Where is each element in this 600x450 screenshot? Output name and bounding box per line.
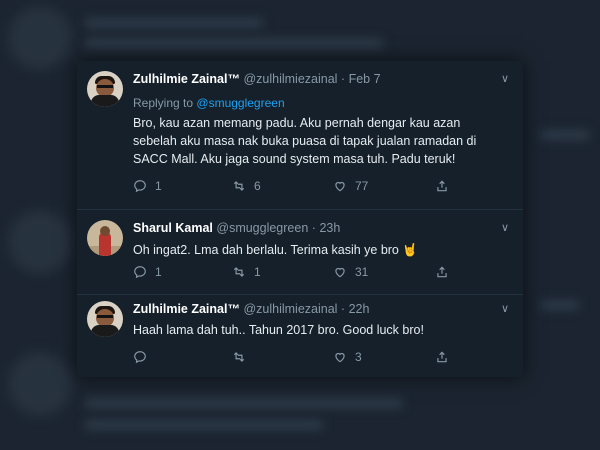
bg-line — [540, 300, 580, 310]
tweet-actions: 1 1 31 — [133, 265, 463, 283]
retweet-icon — [233, 352, 245, 362]
like-count: 77 — [355, 179, 369, 193]
reply-button[interactable] — [133, 350, 155, 364]
chevron-down-icon[interactable]: ∨ — [501, 221, 509, 234]
reply-count: 1 — [155, 265, 162, 279]
tweet-actions: 1 6 77 — [133, 179, 463, 197]
bg-line — [540, 130, 590, 140]
share-button[interactable] — [435, 179, 449, 193]
like-icon — [335, 267, 345, 278]
separator-dot: · — [340, 72, 346, 86]
retweet-count: 6 — [254, 179, 261, 193]
reply-icon — [134, 266, 146, 279]
retweet-icon — [233, 267, 245, 277]
reply-icon — [134, 180, 146, 193]
replying-to: Replying to @smugglegreen — [133, 96, 285, 110]
like-icon — [335, 181, 345, 192]
tweet-text: Bro, kau azan memang padu. Aku pernah de… — [133, 116, 477, 166]
tweet-text: Oh ingat2. Lma dah berlalu. Terima kasih… — [133, 243, 418, 257]
user-handle: @smugglegreen — [216, 221, 309, 235]
bg-line — [84, 38, 384, 48]
avatar[interactable] — [87, 301, 123, 337]
user-handle: @zulhilmiezainal — [243, 302, 338, 316]
share-button[interactable] — [435, 350, 449, 364]
tweet[interactable]: Sharul Kamal @smugglegreen · 23h ∨ Oh in… — [77, 210, 523, 295]
display-name[interactable]: Sharul Kamal — [133, 221, 213, 235]
retweet-button[interactable]: 6 — [232, 179, 261, 193]
reply-button[interactable]: 1 — [133, 179, 162, 193]
like-button[interactable]: 77 — [333, 179, 368, 193]
reply-button[interactable]: 1 — [133, 265, 162, 279]
share-icon — [437, 351, 447, 363]
bg-avatar — [8, 6, 72, 70]
tweet-header: Zulhilmie Zainal™ @zulhilmiezainal · Feb… — [133, 72, 381, 86]
like-count: 3 — [355, 350, 362, 364]
timestamp[interactable]: 22h — [349, 302, 370, 316]
share-icon — [437, 266, 447, 278]
timestamp[interactable]: Feb 7 — [349, 72, 381, 86]
retweet-button[interactable] — [232, 350, 254, 364]
reply-count: 1 — [155, 179, 162, 193]
bg-line — [84, 420, 324, 430]
display-name[interactable]: Zulhilmie Zainal™ — [133, 72, 240, 86]
user-handle: @zulhilmiezainal — [243, 72, 338, 86]
timestamp[interactable]: 23h — [319, 221, 340, 235]
like-button[interactable]: 31 — [333, 265, 368, 279]
like-count: 31 — [355, 265, 369, 279]
chevron-down-icon[interactable]: ∨ — [501, 302, 509, 315]
like-button[interactable]: 3 — [333, 350, 362, 364]
tweet-thread-card: Zulhilmie Zainal™ @zulhilmiezainal · Feb… — [77, 61, 523, 377]
reply-mention-link[interactable]: @smugglegreen — [196, 96, 284, 110]
bg-avatar — [8, 210, 72, 274]
bg-line — [84, 398, 404, 408]
like-icon — [335, 352, 345, 363]
tweet-header: Zulhilmie Zainal™ @zulhilmiezainal · 22h — [133, 302, 369, 316]
bg-line — [84, 18, 264, 28]
chevron-down-icon[interactable]: ∨ — [501, 72, 509, 85]
bg-avatar — [8, 352, 72, 416]
separator-dot: · — [340, 302, 346, 316]
retweet-button[interactable]: 1 — [232, 265, 261, 279]
share-icon — [437, 180, 447, 192]
retweet-count: 1 — [254, 265, 261, 279]
tweet[interactable]: Zulhilmie Zainal™ @zulhilmiezainal · 22h… — [77, 295, 523, 377]
share-button[interactable] — [435, 265, 449, 279]
tweet-actions: 3 — [133, 350, 463, 368]
reply-prefix: Replying to — [133, 96, 194, 110]
display-name[interactable]: Zulhilmie Zainal™ — [133, 302, 240, 316]
separator-dot: · — [311, 221, 316, 235]
avatar[interactable] — [87, 71, 123, 107]
tweet-text: Haah lama dah tuh.. Tahun 2017 bro. Good… — [133, 323, 424, 337]
avatar[interactable] — [87, 220, 123, 256]
tweet-header: Sharul Kamal @smugglegreen · 23h — [133, 221, 340, 235]
retweet-icon — [233, 181, 245, 191]
reply-icon — [134, 351, 146, 364]
tweet[interactable]: Zulhilmie Zainal™ @zulhilmiezainal · Feb… — [77, 61, 523, 210]
